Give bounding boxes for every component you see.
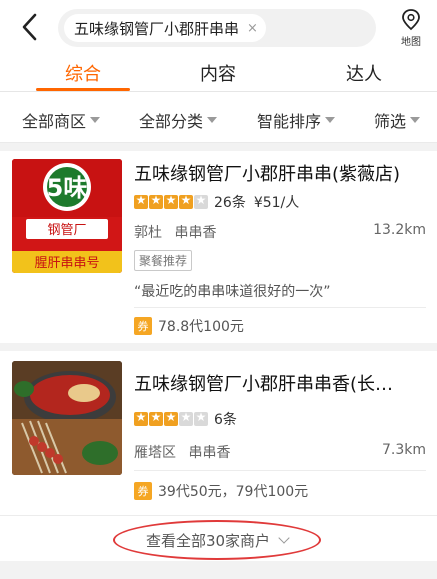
star-empty-icon bbox=[194, 410, 208, 426]
review-count: 6条 bbox=[214, 412, 237, 428]
caret-down-icon bbox=[90, 117, 101, 123]
result-tabs: 综合 内容 达人 bbox=[0, 56, 437, 92]
search-query-text: 五味缘钢管厂小郡肝串串 bbox=[74, 19, 240, 38]
filter-category[interactable]: 全部分类 bbox=[139, 108, 218, 132]
back-arrow-icon bbox=[22, 13, 37, 41]
star-icon bbox=[179, 193, 193, 209]
map-label: 地图 bbox=[401, 37, 421, 48]
chevron-down-icon bbox=[278, 532, 290, 544]
view-all-button[interactable]: 查看全部30家商户 bbox=[113, 520, 321, 560]
view-all-bar: 查看全部30家商户 bbox=[0, 515, 437, 561]
star-icon bbox=[149, 193, 163, 209]
shop-thumbnail[interactable]: 5味 钢管厂 腥肝串串号 bbox=[12, 159, 122, 273]
star-icon bbox=[134, 410, 148, 426]
meta-row: 郭杜 串串香 13.2km bbox=[134, 222, 426, 242]
coupon-badge-icon: 券 bbox=[134, 317, 152, 335]
map-pin-icon bbox=[402, 9, 420, 31]
shop-distance: 13.2km bbox=[373, 222, 426, 238]
deal-text: 78.8代100元 bbox=[158, 319, 244, 335]
filter-bar: 全部商区 全部分类 智能排序 筛选 bbox=[0, 93, 437, 143]
tab-content[interactable]: 内容 bbox=[168, 60, 268, 86]
caret-down-icon bbox=[325, 117, 336, 123]
section-divider bbox=[0, 143, 437, 151]
shop-name[interactable]: 五味缘钢管厂小郡肝串串香(长… bbox=[134, 370, 426, 396]
section-divider bbox=[0, 343, 437, 351]
tab-experts[interactable]: 达人 bbox=[314, 60, 414, 86]
filter-sort-label: 智能排序 bbox=[257, 112, 322, 131]
filter-district-label: 全部商区 bbox=[22, 112, 87, 131]
clear-query-icon[interactable]: × bbox=[247, 22, 258, 35]
star-empty-icon bbox=[179, 410, 193, 426]
shop-thumbnail[interactable] bbox=[12, 361, 122, 475]
deal-divider bbox=[134, 307, 426, 308]
deal-row[interactable]: 券 78.8代100元 bbox=[134, 316, 244, 336]
thumb-logo-text: 5味 bbox=[47, 174, 88, 202]
filter-district[interactable]: 全部商区 bbox=[22, 108, 101, 132]
search-bar[interactable]: 五味缘钢管厂小郡肝串串 × bbox=[58, 9, 376, 47]
caret-down-icon bbox=[207, 117, 218, 123]
caret-down-icon bbox=[410, 117, 421, 123]
hotpot-photo-image bbox=[12, 361, 122, 475]
thumb-sign-text: 钢管厂 bbox=[47, 223, 86, 238]
review-count: 26条 bbox=[214, 195, 246, 211]
active-tab-indicator bbox=[36, 88, 130, 91]
shop-card-1[interactable]: 5味 钢管厂 腥肝串串号 五味缘钢管厂小郡肝串串(紫薇店) 26条 ¥51/人 … bbox=[0, 151, 437, 343]
shop-category: 串串香 bbox=[188, 445, 231, 461]
filter-sort[interactable]: 智能排序 bbox=[257, 108, 336, 132]
map-button[interactable]: 地图 bbox=[391, 8, 431, 48]
top-bar: 五味缘钢管厂小郡肝串串 × 地图 bbox=[0, 0, 437, 54]
tab-comprehensive[interactable]: 综合 bbox=[33, 60, 133, 86]
shop-category: 串串香 bbox=[174, 225, 217, 241]
shop-card-2[interactable]: 五味缘钢管厂小郡肝串串香(长… 6条 雁塔区 串串香 7.3km 券 39代50… bbox=[0, 351, 437, 515]
footer-spacer bbox=[0, 561, 437, 579]
rating-row: 6条 bbox=[134, 409, 237, 429]
deal-text: 39代50元，79代100元 bbox=[158, 484, 309, 500]
shop-name[interactable]: 五味缘钢管厂小郡肝串串(紫薇店) bbox=[134, 160, 426, 186]
deal-divider bbox=[134, 470, 426, 471]
star-empty-icon bbox=[194, 193, 208, 209]
rating-row: 26条 ¥51/人 bbox=[134, 192, 299, 212]
search-query-chip[interactable]: 五味缘钢管厂小郡肝串串 × bbox=[64, 14, 266, 42]
coupon-badge-icon: 券 bbox=[134, 482, 152, 500]
avg-price: ¥51/人 bbox=[253, 195, 300, 211]
filter-category-label: 全部分类 bbox=[139, 112, 204, 131]
star-icon bbox=[164, 410, 178, 426]
deal-row[interactable]: 券 39代50元，79代100元 bbox=[134, 481, 308, 501]
shop-distance: 7.3km bbox=[381, 442, 426, 458]
thumb-bottom-text: 腥肝串串号 bbox=[34, 256, 99, 271]
star-icon bbox=[134, 193, 148, 209]
shop-area: 郭杜 bbox=[134, 225, 162, 241]
shop-logo-image: 5味 钢管厂 腥肝串串号 bbox=[12, 159, 122, 273]
review-quote: “最近吃的串串味道很好的一次” bbox=[134, 284, 331, 300]
filter-more-label: 筛选 bbox=[374, 112, 407, 131]
shop-tag: 聚餐推荐 bbox=[134, 250, 193, 271]
view-all-label: 查看全部30家商户 bbox=[145, 531, 271, 550]
star-icon bbox=[164, 193, 178, 209]
star-rating bbox=[134, 410, 208, 426]
star-icon bbox=[149, 410, 163, 426]
back-button[interactable] bbox=[16, 12, 44, 42]
shop-area: 雁塔区 bbox=[134, 445, 176, 461]
filter-more[interactable]: 筛选 bbox=[374, 108, 421, 132]
star-rating bbox=[134, 193, 208, 209]
meta-row: 雁塔区 串串香 7.3km bbox=[134, 442, 426, 462]
